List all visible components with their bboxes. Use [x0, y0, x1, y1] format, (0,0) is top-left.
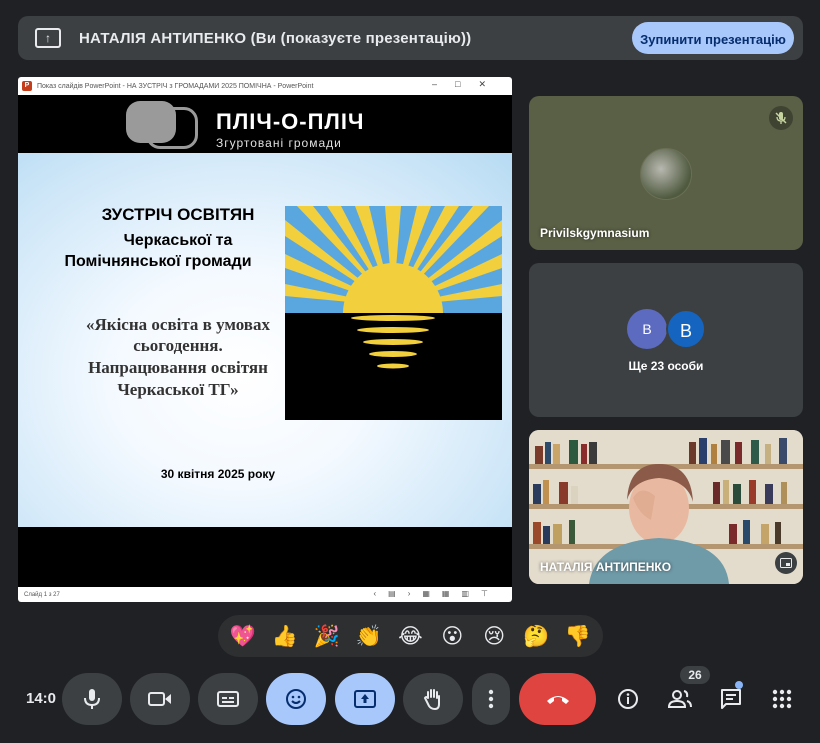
- captions-button[interactable]: [198, 673, 258, 725]
- sparkling-heart-reaction[interactable]: 💖: [227, 626, 259, 647]
- chat-icon: [721, 689, 741, 709]
- pip-glyph: [780, 558, 792, 568]
- thumbs-up-reaction[interactable]: 👍: [269, 626, 301, 647]
- leave-call-button[interactable]: [519, 673, 596, 725]
- slide-date: 30 квітня 2025 року: [160, 467, 276, 481]
- presenting-label: НАТАЛІЯ АНТИПЕНКО (Ви (показуєте презент…: [79, 29, 472, 47]
- powerpoint-icon: P: [22, 81, 32, 91]
- participant-avatar: В: [627, 309, 667, 349]
- activities-button[interactable]: [760, 673, 804, 725]
- hand-icon: [423, 689, 440, 710]
- more-vert-icon: [488, 689, 494, 709]
- present-icon: [354, 690, 376, 708]
- participant-tile[interactable]: Privilskgymnasium: [529, 96, 803, 250]
- surprised-reaction[interactable]: 😮: [436, 626, 468, 647]
- participant-avatar: [640, 148, 692, 200]
- crying-reaction[interactable]: 😢: [478, 626, 510, 647]
- slide-subtitle-line1: Черкаської та: [123, 232, 233, 249]
- presentation-banner: ↑ НАТАЛІЯ АНТИПЕНКО (Ви (показуєте презе…: [18, 16, 803, 60]
- slide-quote-line4: Черкаської ТГ»: [117, 380, 239, 399]
- logo-shape-outline: [146, 107, 198, 149]
- window-controls[interactable]: –□✕: [432, 79, 504, 90]
- slide-counter: Слайд 1 з 27: [24, 591, 60, 598]
- slide-quote-line2: сьогодення.: [133, 336, 223, 355]
- meeting-clock: 14:0: [26, 690, 56, 707]
- microphone-button[interactable]: [62, 673, 122, 725]
- logo-text: ПЛІЧ-О-ПЛІЧ: [216, 109, 365, 134]
- video-camera-icon: [148, 692, 171, 706]
- chat-button[interactable]: [709, 673, 753, 725]
- participants-count-badge: 26: [680, 666, 710, 684]
- slide-quote-line1: «Якісна освіта в умовах: [86, 315, 270, 334]
- thumbs-down-reaction[interactable]: 👎: [562, 626, 594, 647]
- slide-header: ПЛІЧ-О-ПЛІЧ Згуртовані громади: [18, 95, 512, 153]
- party-popper-reaction[interactable]: 🎉: [311, 626, 343, 647]
- more-participants-label: Ще 23 особи: [628, 359, 704, 373]
- slide-quote-line3: Напрацювання освітян: [88, 358, 268, 377]
- captions-icon: [217, 691, 239, 707]
- slide-title: ЗУСТРІЧ ОСВІТЯН: [101, 205, 255, 224]
- thinking-reaction[interactable]: 🤔: [520, 626, 552, 647]
- clapping-reaction[interactable]: 👏: [353, 626, 385, 647]
- powerpoint-titlebar: P Показ слайдів PowerPoint - НА ЗУСТРІЧ …: [18, 77, 512, 95]
- info-icon: [618, 689, 638, 709]
- hang-up-icon: [546, 696, 569, 704]
- emoji-icon: [286, 689, 306, 709]
- picture-in-picture-icon[interactable]: [775, 552, 797, 574]
- participant-avatar: В: [666, 309, 706, 349]
- self-video-tile[interactable]: НАТАЛІЯ АНТИПЕНКО: [529, 430, 803, 584]
- slide-footer: [18, 527, 512, 587]
- powerpoint-statusbar: Слайд 1 з 27 ‹▤›▦▦▥⊤: [18, 587, 512, 602]
- logo-subtitle: Згуртовані громади: [216, 136, 342, 150]
- presentation-window: P Показ слайдів PowerPoint - НА ЗУСТРІЧ …: [18, 77, 512, 602]
- tears-of-joy-reaction[interactable]: 😂: [394, 626, 426, 647]
- muted-mic-glyph: [775, 112, 787, 124]
- slide-subtitle-line2: Помічнянської громади: [64, 253, 252, 270]
- slideshow-controls[interactable]: ‹▤›▦▦▥⊤: [373, 589, 500, 598]
- raise-hand-button[interactable]: [403, 673, 463, 725]
- people-icon: [668, 690, 692, 708]
- apps-grid-icon: [772, 689, 792, 709]
- present-screen-button[interactable]: [335, 673, 395, 725]
- present-screen-icon: ↑: [35, 28, 61, 48]
- microphone-icon: [84, 689, 100, 709]
- reactions-bar: 💖 👍 🎉 👏 😂 😮 😢 🤔 👎: [218, 615, 603, 657]
- camera-button[interactable]: [130, 673, 190, 725]
- stop-presenting-button[interactable]: Зупинити презентацію: [632, 22, 794, 54]
- meeting-info-button[interactable]: [606, 673, 650, 725]
- slide-content: ЗУСТРІЧ ОСВІТЯН Черкаської та Помічнянсь…: [18, 153, 512, 527]
- self-name: НАТАЛІЯ АНТИПЕНКО: [540, 560, 672, 574]
- mic-off-icon: [769, 106, 793, 130]
- reactions-button[interactable]: [266, 673, 326, 725]
- chat-notification-dot: [735, 681, 743, 689]
- participant-name: Privilskgymnasium: [540, 226, 650, 240]
- other-participants-tile[interactable]: В В Ще 23 особи: [529, 263, 803, 417]
- window-title: Показ слайдів PowerPoint - НА ЗУСТРІЧ з …: [37, 82, 314, 90]
- more-options-button[interactable]: [472, 673, 510, 725]
